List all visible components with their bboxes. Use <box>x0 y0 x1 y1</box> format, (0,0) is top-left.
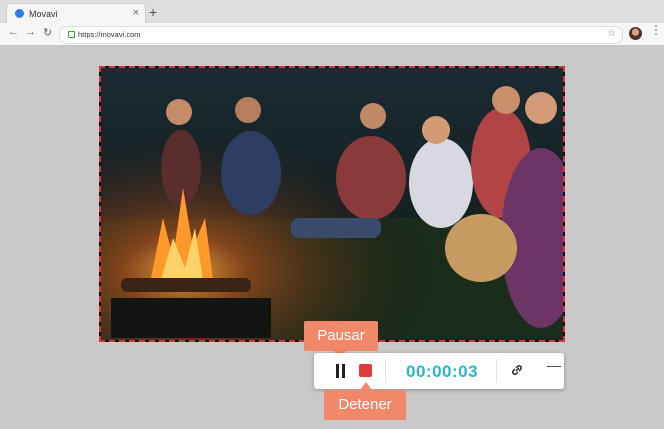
tab-title: Movavi <box>29 9 58 19</box>
close-tab-icon[interactable]: × <box>133 7 139 19</box>
forward-icon[interactable]: → <box>25 26 36 38</box>
browser-window: Movavi × + ← → ↻ https://movavi.com ☆ ⋮ <box>0 0 664 46</box>
avatar[interactable] <box>629 27 642 40</box>
divider <box>385 359 386 383</box>
campfire-photo <box>101 68 563 340</box>
reload-icon[interactable]: ↻ <box>43 26 52 39</box>
lock-icon <box>68 31 75 38</box>
favicon-icon <box>15 9 24 18</box>
browser-tab[interactable]: Movavi × <box>6 3 146 24</box>
recording-toolbar: 00:00:03 — <box>314 353 564 389</box>
url-text: https://movavi.com <box>78 30 141 39</box>
new-tab-button[interactable]: + <box>149 4 157 20</box>
address-bar[interactable]: https://movavi.com ☆ <box>59 26 623 44</box>
menu-icon[interactable]: ⋮ <box>650 24 662 36</box>
browser-toolbar: ← → ↻ https://movavi.com ☆ ⋮ <box>0 23 664 45</box>
back-icon[interactable]: ← <box>8 26 19 38</box>
divider <box>496 359 497 383</box>
pause-callout: Pausar <box>304 321 378 359</box>
stop-icon[interactable] <box>359 364 372 377</box>
star-icon[interactable]: ☆ <box>607 28 616 39</box>
recording-timer: 00:00:03 <box>406 362 479 381</box>
capture-area-frame[interactable] <box>99 66 565 342</box>
stop-callout: Detener <box>324 382 406 420</box>
minimize-icon[interactable]: — <box>547 357 561 373</box>
pause-icon[interactable] <box>334 364 346 378</box>
link-icon[interactable] <box>510 363 524 377</box>
